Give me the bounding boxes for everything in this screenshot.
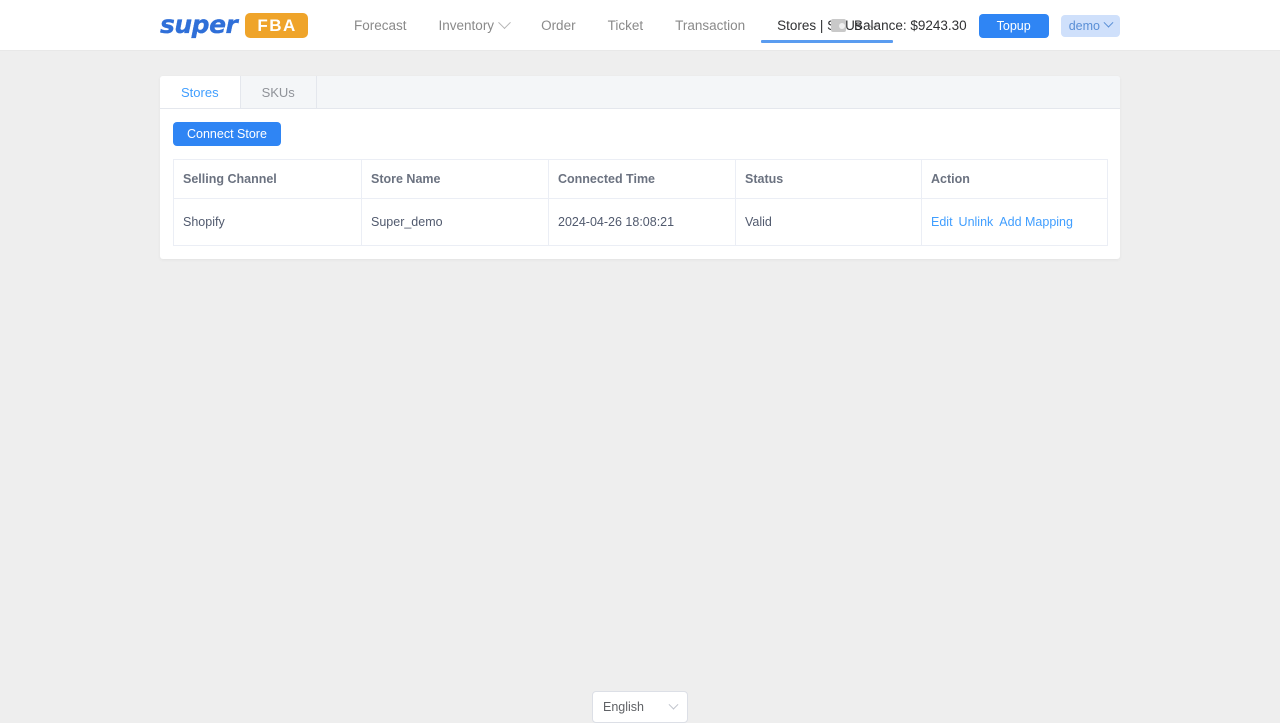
column-header-store-name: Store Name (361, 159, 549, 199)
cell-action: Edit Unlink Add Mapping (921, 198, 1108, 246)
stores-table-body: Shopify Super_demo 2024-04-26 18:08:21 V… (173, 198, 1108, 246)
card-body: Connect Store Selling Channel Store Name… (160, 109, 1120, 246)
nav-item-transaction[interactable]: Transaction (659, 0, 761, 51)
tab-stores-label: Stores (181, 84, 219, 100)
app-header: super FBA Forecast Inventory Order Ticke… (0, 0, 1280, 51)
user-menu[interactable]: demo (1060, 14, 1120, 37)
chevron-down-icon (668, 699, 679, 710)
cell-connected-time: 2024-04-26 18:08:21 (548, 198, 736, 246)
nav-item-inventory[interactable]: Inventory (423, 0, 526, 51)
table-header-row: Selling Channel Store Name Connected Tim… (173, 159, 1108, 199)
column-header-action: Action (921, 159, 1108, 199)
tab-stores[interactable]: Stores (160, 76, 241, 108)
logo-badge-fba: FBA (245, 12, 308, 38)
table-row: Shopify Super_demo 2024-04-26 18:08:21 V… (173, 198, 1108, 246)
nav-item-forecast[interactable]: Forecast (338, 0, 423, 51)
language-select[interactable]: English (592, 691, 688, 723)
stores-table: Selling Channel Store Name Connected Tim… (173, 159, 1108, 246)
tab-skus[interactable]: SKUs (241, 76, 317, 108)
add-mapping-link[interactable]: Add Mapping (999, 215, 1073, 229)
balance-label: Balance: $9243.30 (854, 18, 967, 33)
chevron-down-icon (498, 16, 511, 30)
column-header-status: Status (735, 159, 922, 199)
column-header-selling-channel: Selling Channel (173, 159, 362, 199)
cell-selling-channel: Shopify (173, 198, 362, 246)
logo-text-super: super (160, 10, 238, 39)
user-menu-label: demo (1068, 18, 1100, 33)
language-select-value: English (603, 700, 644, 714)
app-logo[interactable]: super FBA (160, 10, 308, 39)
nav-label-transaction: Transaction (675, 18, 746, 33)
nav-label-forecast: Forecast (354, 18, 407, 33)
stores-table-head: Selling Channel Store Name Connected Tim… (173, 159, 1108, 199)
cell-status: Valid (735, 198, 922, 246)
tab-skus-label: SKUs (261, 84, 295, 100)
nav-label-ticket: Ticket (607, 18, 644, 33)
nav-label-inventory: Inventory (438, 18, 495, 33)
header-right-cluster: Balance: $9243.30 Topup demo (831, 0, 1120, 51)
unlink-link[interactable]: Unlink (959, 215, 994, 229)
main-nav: Forecast Inventory Order Ticket Transact… (338, 0, 893, 51)
wallet-icon (831, 19, 847, 32)
chevron-down-icon (1103, 17, 1114, 28)
language-selector-wrap: English (592, 691, 688, 723)
edit-link[interactable]: Edit (931, 215, 953, 229)
cell-store-name: Super_demo (361, 198, 549, 246)
nav-item-order[interactable]: Order (525, 0, 592, 51)
connect-store-button[interactable]: Connect Store (173, 122, 281, 146)
card-tabbar: Stores SKUs (160, 76, 1120, 109)
action-links: Edit Unlink Add Mapping (931, 215, 1098, 229)
topup-button[interactable]: Topup (978, 13, 1049, 38)
nav-label-order: Order (541, 18, 576, 33)
column-header-connected-time: Connected Time (548, 159, 736, 199)
stores-card: Stores SKUs Connect Store Selling Channe… (160, 76, 1120, 259)
nav-item-ticket[interactable]: Ticket (592, 0, 660, 51)
